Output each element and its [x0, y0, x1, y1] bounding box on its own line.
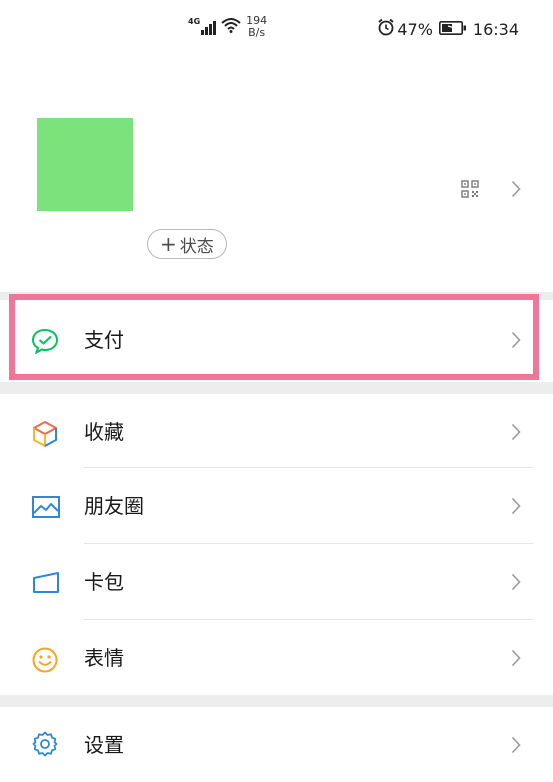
menu-item-stickers-label: 表情 [84, 646, 124, 670]
clock-time: 16:34 [472, 19, 519, 39]
status-right: 47% 16:34 [377, 18, 519, 40]
favorites-cube-icon [31, 420, 59, 447]
divider [84, 467, 533, 468]
battery-percent: 47% [397, 19, 433, 39]
pay-icon [31, 328, 59, 355]
menu-item-moments[interactable]: 朋友圈 [0, 469, 553, 543]
add-status-button[interactable]: + 状态 [147, 229, 227, 259]
alarm-icon [377, 18, 397, 40]
section-gap [0, 292, 553, 300]
menu-item-moments-label: 朋友圈 [84, 494, 144, 518]
menu-item-pay[interactable]: 支付 [0, 303, 553, 377]
menu-item-settings[interactable]: 设置 [0, 708, 553, 771]
battery-charging-icon [438, 20, 469, 39]
divider [84, 619, 533, 620]
menu-item-favorites[interactable]: 收藏 [0, 395, 553, 469]
section-gap [0, 695, 553, 707]
menu-item-pay-label: 支付 [84, 328, 124, 352]
menu-item-cards-label: 卡包 [84, 570, 124, 594]
network-speed: 194 B/s [246, 15, 267, 39]
wifi-icon [221, 17, 241, 37]
network-type: 4G [188, 17, 201, 26]
add-status-label: 状态 [179, 236, 214, 257]
chevron-right-icon [511, 331, 521, 353]
profile-chevron-right-icon[interactable] [511, 180, 521, 198]
signal-icon [201, 19, 217, 35]
status-bar: 4G 194 B/s 47% 16:34 [0, 0, 553, 56]
menu-item-stickers[interactable]: 表情 [0, 621, 553, 695]
network-speed-unit: B/s [248, 26, 266, 39]
chevron-right-icon [511, 649, 521, 671]
menu-item-favorites-label: 收藏 [84, 420, 124, 444]
chevron-right-icon [511, 497, 521, 519]
qr-code-icon[interactable] [461, 180, 479, 202]
settings-gear-icon [31, 730, 59, 757]
chevron-right-icon [511, 573, 521, 595]
chevron-right-icon [511, 423, 521, 445]
divider [84, 543, 533, 544]
chevron-right-icon [511, 736, 521, 758]
plus-icon: + [160, 232, 177, 256]
card-wallet-icon [31, 570, 59, 596]
menu-item-cards[interactable]: 卡包 [0, 545, 553, 619]
avatar[interactable] [37, 118, 133, 211]
smiley-face-icon [31, 646, 59, 673]
network-indicator: 4G 194 B/s [188, 15, 267, 39]
section-gap [0, 382, 553, 394]
moments-picture-icon [31, 494, 60, 520]
